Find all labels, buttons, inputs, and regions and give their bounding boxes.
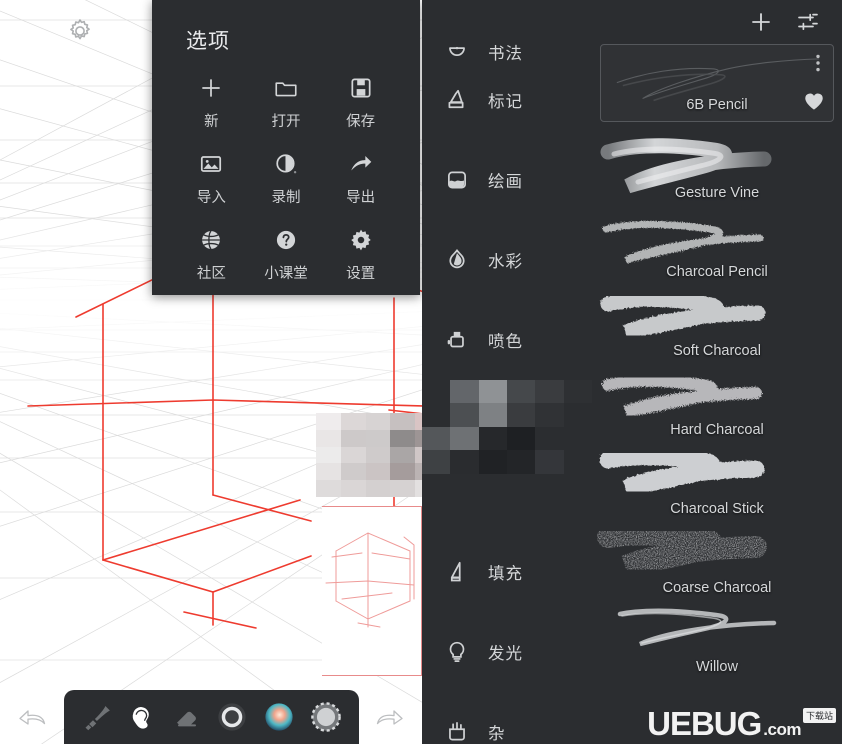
plus-icon: [202, 79, 220, 97]
undo-arrow-icon[interactable]: [14, 702, 48, 730]
category-item-watercolor[interactable]: 水彩: [422, 220, 592, 300]
question-circle-icon: [276, 230, 296, 250]
paint-icon: [448, 171, 466, 189]
options-item-label: 新: [204, 114, 219, 130]
options-item-tutorial[interactable]: 小课堂: [249, 221, 324, 287]
layers-disc-icon[interactable]: [310, 701, 342, 733]
options-menu-panel[interactable]: 选项 新 打开 保存 导入 录制 导出 社区 小课堂 设置: [152, 0, 420, 295]
brush-preview-stroke: [599, 448, 765, 497]
category-item-fill[interactable]: 填充: [422, 532, 592, 612]
options-item-label: 打开: [271, 114, 301, 130]
options-menu-grid: 新 打开 保存 导入 录制 导出 社区 小课堂 设置: [168, 69, 404, 287]
sliders-icon[interactable]: [796, 10, 820, 34]
options-item-label: 设置: [346, 266, 376, 282]
options-item-new[interactable]: 新: [174, 69, 249, 135]
options-item-save[interactable]: 保存: [323, 69, 398, 135]
misc-brushpot-icon: [449, 722, 465, 741]
category-item-marker[interactable]: 标记: [422, 60, 592, 140]
options-menu-title: 选项: [186, 30, 230, 53]
paintbrush-icon[interactable]: [81, 702, 111, 732]
brush-preview-stroke: [600, 291, 766, 340]
airbrush-icon: [447, 331, 464, 348]
share-arrow-icon: [350, 155, 371, 171]
brush-category-panel[interactable]: 书法 标记 绘画 水彩 喷色 填充 发光 杂: [422, 0, 592, 744]
options-item-community[interactable]: 社区: [174, 221, 249, 287]
options-item-open[interactable]: 打开: [249, 69, 324, 135]
bottom-tool-toolbar[interactable]: [64, 690, 359, 744]
category-item-painting[interactable]: 绘画: [422, 140, 592, 220]
globe-icon: [202, 230, 221, 250]
category-item-misc[interactable]: 杂: [422, 692, 592, 744]
options-item-label: 保存: [346, 114, 376, 130]
options-item-label: 录制: [271, 190, 301, 206]
heart-icon[interactable]: [803, 91, 825, 111]
category-item-glow[interactable]: 发光: [422, 612, 592, 692]
watercolor-drop-icon: [449, 249, 465, 269]
category-item-label: 杂: [488, 725, 506, 743]
brush-item-coarse-charcoal[interactable]: Coarse Charcoal: [592, 523, 842, 602]
options-item-label: 小课堂: [264, 266, 308, 282]
category-item-label: 标记: [488, 93, 523, 111]
brush-preview-stroke: [597, 523, 767, 577]
category-item-label: 填充: [488, 565, 523, 583]
save-disk-icon: [351, 78, 371, 98]
brush-preview-stroke: [602, 220, 764, 264]
options-item-label: 导出: [346, 190, 376, 206]
kebab-menu-icon[interactable]: [816, 54, 820, 72]
category-item-label: 水彩: [488, 253, 523, 271]
brush-item-charcoal-stick[interactable]: Charcoal Stick: [592, 444, 842, 523]
options-item-settings[interactable]: 设置: [323, 221, 398, 287]
brush-item-soft-charcoal[interactable]: Soft Charcoal: [592, 286, 842, 365]
brush-item-willow[interactable]: Willow: [592, 602, 842, 681]
pixelated-censor-region-category: [422, 380, 592, 497]
gear-icon[interactable]: [66, 17, 94, 45]
folder-icon: [275, 82, 297, 97]
marker-icon: [448, 89, 464, 109]
glow-bulb-icon: [449, 641, 465, 662]
options-item-export[interactable]: 导出: [323, 145, 398, 211]
brush-preview-stroke: [600, 138, 772, 194]
options-item-import[interactable]: 导入: [174, 145, 249, 211]
pixelated-censor-region: [316, 413, 422, 497]
image-icon: [201, 156, 222, 172]
brush-preview-stroke: [602, 374, 762, 418]
options-item-label: 导入: [196, 190, 226, 206]
brush-item-charcoal-pencil[interactable]: Charcoal Pencil: [592, 207, 842, 286]
category-item-label: 喷色: [488, 333, 523, 351]
brush-item-selected[interactable]: 6B Pencil: [600, 44, 834, 122]
eraser-icon[interactable]: [172, 702, 202, 732]
options-item-record[interactable]: 录制: [249, 145, 324, 211]
brush-list-panel[interactable]: 6B Pencil Gesture Vine Charcoal Pencil S…: [592, 0, 842, 744]
gear-icon: [350, 229, 371, 251]
ring-circle-icon[interactable]: [216, 701, 248, 733]
calligraphy-icon: [449, 46, 465, 56]
app-root: 选项 新 打开 保存 导入 录制 导出 社区 小课堂 设置 书法 标记 绘画 水…: [0, 0, 842, 744]
thumbnail-sketch: [325, 532, 415, 628]
category-item-label: 书法: [488, 45, 523, 63]
redo-arrow-icon[interactable]: [374, 702, 408, 730]
brush-preview-stroke: [616, 58, 820, 102]
fill-nib-icon: [450, 561, 461, 582]
category-item-airbrush[interactable]: 喷色: [422, 300, 592, 380]
category-item-label: 绘画: [488, 173, 523, 191]
record-clock-icon: [276, 154, 297, 174]
color-wheel-icon[interactable]: [263, 701, 295, 733]
options-item-label: 社区: [196, 266, 226, 282]
category-item-label: 发光: [488, 645, 523, 663]
brush-item-hard-charcoal[interactable]: Hard Charcoal: [592, 365, 842, 444]
brush-preview-stroke: [617, 608, 777, 647]
brush-panel-header: [592, 0, 842, 44]
brush-item-gesture-vine[interactable]: Gesture Vine: [592, 128, 842, 207]
canvas-thumbnail[interactable]: [322, 506, 422, 676]
category-item-calligraphy[interactable]: 书法: [422, 0, 592, 63]
plus-icon[interactable]: [748, 9, 774, 35]
smudge-hand-icon[interactable]: [126, 702, 157, 733]
